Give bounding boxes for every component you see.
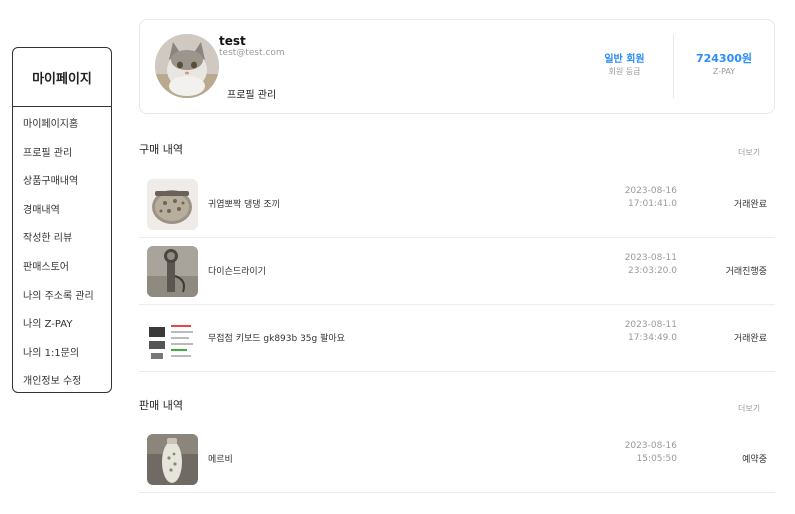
transaction-status: 거래완료	[733, 200, 767, 210]
avatar	[155, 34, 219, 98]
sidebar-item-auctions[interactable]: 경매내역	[13, 197, 111, 226]
purchase-section-title: 구매 내역	[139, 143, 183, 156]
sidebar-item-profile[interactable]: 프로필 관리	[13, 140, 111, 169]
product-thumbnail	[147, 179, 198, 230]
member-grade: 일반 회원 회원 등급	[602, 50, 647, 77]
profile-card: test test@test.com 프로필 관리 일반 회원 회원 등급 72…	[139, 19, 775, 114]
sidebar-item-reviews[interactable]: 작성한 리뷰	[13, 225, 111, 254]
user-email: test@test.com	[219, 48, 285, 58]
transaction-date: 2023-08-16 17:01:41.0	[625, 185, 677, 211]
product-name: 무접점 키보드 gk893b 35g 팔아요	[208, 334, 345, 344]
sales-section-title: 판매 내역	[139, 399, 183, 412]
transaction-date-time: 17:34:49.0	[627, 333, 677, 343]
sales-more-link[interactable]: 더보기	[738, 403, 760, 414]
profile-manage-link[interactable]: 프로필 관리	[227, 86, 276, 101]
transaction-date: 2023-08-11 17:34:49.0	[625, 319, 677, 345]
transaction-status: 거래완료	[733, 334, 767, 344]
cat-avatar-image	[155, 34, 219, 98]
purchase-more-link[interactable]: 더보기	[738, 147, 760, 158]
sidebar-item-inquiry[interactable]: 나의 1:1문의	[13, 340, 111, 369]
sales-row[interactable]: 메르비 2023-08-16 15:05:50 예약중	[139, 426, 775, 493]
transaction-date-day: 2023-08-11	[624, 320, 677, 330]
username: test	[219, 34, 246, 48]
zpay-balance[interactable]: 724300원 Z-PAY	[693, 50, 755, 76]
sidebar-menu: 마이페이지홈 프로필 관리 상품구매내역 경매내역 작성한 리뷰 판매스토어 나…	[13, 107, 111, 397]
member-grade-label: 회원 등급	[608, 67, 641, 76]
purchase-row[interactable]: 무접점 키보드 gk893b 35g 팔아요 2023-08-11 17:34:…	[139, 305, 775, 372]
product-thumbnail	[147, 434, 198, 485]
product-name: 메르비	[208, 455, 233, 465]
sidebar-title: 마이페이지	[13, 48, 111, 107]
sidebar-nav: 마이페이지 마이페이지홈 프로필 관리 상품구매내역 경매내역 작성한 리뷰 판…	[12, 47, 112, 393]
transaction-date-time: 17:01:41.0	[627, 199, 677, 209]
transaction-date-day: 2023-08-16	[624, 186, 677, 196]
zpay-balance-value: 724300원	[695, 52, 753, 65]
product-name: 다이슨드라이기	[208, 267, 266, 277]
transaction-date-day: 2023-08-11	[624, 253, 677, 263]
purchase-row[interactable]: 귀엽뽀짝 댕댕 조끼 2023-08-16 17:01:41.0 거래완료	[139, 171, 775, 238]
transaction-date-day: 2023-08-16	[624, 441, 677, 451]
divider	[673, 34, 674, 98]
transaction-date: 2023-08-16 15:05:50	[625, 440, 677, 466]
product-name: 귀엽뽀짝 댕댕 조끼	[208, 200, 280, 210]
purchase-row[interactable]: 다이슨드라이기 2023-08-11 23:03:20.0 거래진행중	[139, 238, 775, 305]
transaction-date: 2023-08-11 23:03:20.0	[625, 252, 677, 278]
transaction-status: 거래진행중	[725, 267, 767, 277]
sidebar-item-store[interactable]: 판매스토어	[13, 254, 111, 283]
sidebar-item-account-edit[interactable]: 개인정보 수정	[13, 368, 111, 397]
product-thumbnail	[147, 313, 198, 364]
sidebar-item-mypage-home[interactable]: 마이페이지홈	[13, 111, 111, 140]
transaction-date-time: 23:03:20.0	[627, 266, 677, 276]
sidebar-item-address-book[interactable]: 나의 주소록 관리	[13, 283, 111, 312]
zpay-balance-label: Z-PAY	[712, 67, 736, 76]
product-thumbnail	[147, 246, 198, 297]
transaction-date-time: 15:05:50	[636, 454, 677, 464]
member-grade-value: 일반 회원	[604, 54, 645, 65]
transaction-status: 예약중	[742, 455, 767, 465]
sidebar-item-purchases[interactable]: 상품구매내역	[13, 168, 111, 197]
sidebar-item-zpay[interactable]: 나의 Z-PAY	[13, 311, 111, 340]
